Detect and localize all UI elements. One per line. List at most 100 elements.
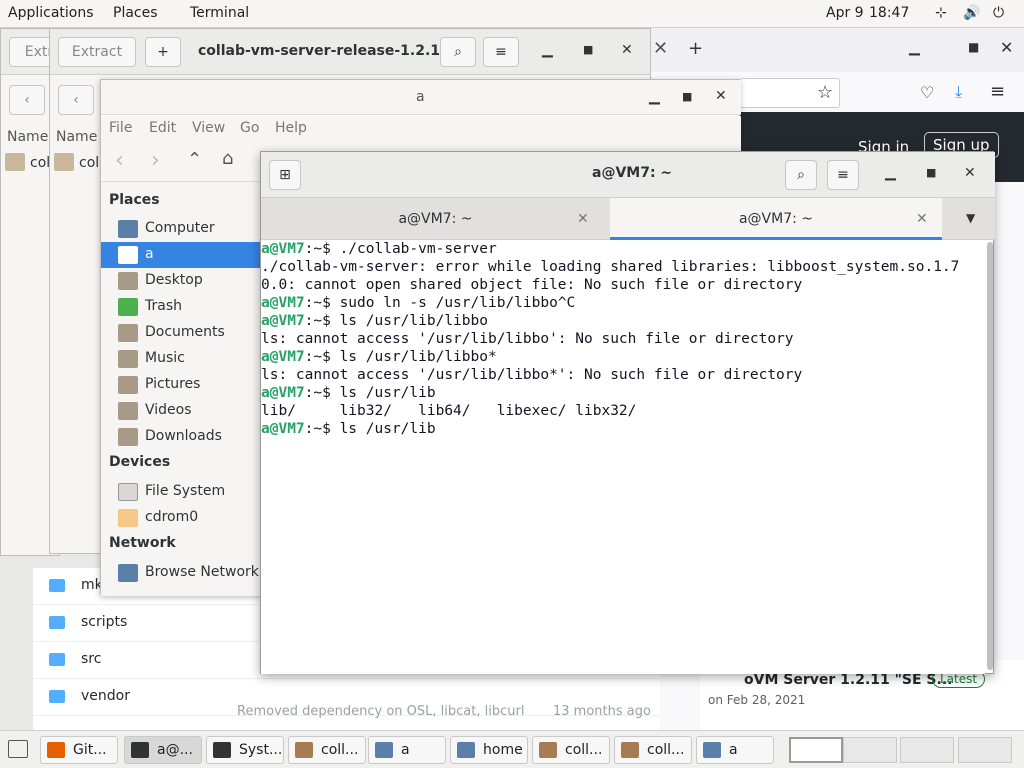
sidebar-item-downloads[interactable]: Downloads [101, 424, 261, 450]
terminal-line: ls: cannot access '/usr/lib/libbo': No s… [261, 331, 794, 347]
back-button[interactable]: ‹ [58, 85, 94, 115]
menu-view[interactable]: View [192, 120, 225, 136]
maximize-icon[interactable]: ■ [968, 40, 979, 54]
taskbar-item[interactable]: a [696, 736, 774, 764]
pocket-icon[interactable]: ♡ [920, 83, 934, 102]
header-bar: Extract + collab-vm-server-release-1.2.1… [50, 29, 650, 75]
tab-dropdown-icon[interactable]: ▼ [966, 211, 975, 225]
search-icon[interactable]: ⌕ [785, 160, 817, 190]
sidebar-item-filesystem[interactable]: File System [101, 479, 261, 505]
minimize-icon[interactable]: ▁ [542, 42, 553, 58]
terminal-line: a@VM7:~$ ls /usr/lib/libbo [261, 313, 488, 329]
file-manager-icon [457, 742, 475, 758]
close-tab-icon[interactable]: ✕ [916, 198, 928, 240]
scrollbar[interactable] [987, 242, 993, 670]
minimize-icon[interactable]: ▁ [885, 165, 896, 181]
release-date: on Feb 28, 2021 [708, 693, 806, 707]
minimize-icon[interactable]: ▁ [909, 40, 920, 56]
folder-icon [49, 616, 65, 629]
drive-icon [118, 483, 138, 501]
taskbar-item[interactable]: coll... [532, 736, 610, 764]
extract-button[interactable]: Extract [58, 37, 136, 67]
sidebar-item-computer[interactable]: Computer [101, 216, 261, 242]
menu-go[interactable]: Go [240, 120, 259, 136]
tab-2-active[interactable]: a@VM7: ~ ✕ [610, 198, 942, 240]
maximize-icon[interactable]: ■ [926, 166, 936, 179]
prompt-user: a@VM7 [261, 349, 305, 365]
maximize-icon[interactable]: ■ [583, 43, 593, 56]
download-icon[interactable]: ⤓ [955, 82, 962, 102]
tab-1[interactable]: a@VM7: ~ ✕ [261, 198, 610, 240]
workspace-3[interactable] [900, 737, 954, 763]
sidebar: Places Computer a Desktop Trash Document… [101, 182, 261, 596]
name-column-header[interactable]: Name [7, 129, 48, 145]
hamburger-menu-icon[interactable]: ≡ [990, 81, 1005, 102]
name-column-header[interactable]: Name [56, 129, 97, 145]
window-title: a [416, 89, 425, 105]
clock-time[interactable]: 18:47 [869, 5, 909, 21]
sidebar-item-desktop[interactable]: Desktop [101, 268, 261, 294]
sidebar-item-trash[interactable]: Trash [101, 294, 261, 320]
taskbar-item[interactable]: home [450, 736, 528, 764]
add-button[interactable]: + [145, 37, 181, 67]
sidebar-item-pictures[interactable]: Pictures [101, 372, 261, 398]
file-manager-icon [703, 742, 721, 758]
new-tab-icon[interactable]: ⊞ [269, 160, 301, 190]
archive-file-item[interactable]: col [30, 155, 50, 171]
taskbar-item[interactable]: coll... [288, 736, 366, 764]
clock-date[interactable]: Apr 9 [826, 5, 864, 21]
taskbar-item[interactable]: coll... [614, 736, 692, 764]
power-icon[interactable]: ⏻ [993, 5, 1004, 21]
sidebar-item-documents[interactable]: Documents [101, 320, 261, 346]
places-heading: Places [109, 192, 160, 208]
applications-menu[interactable]: Applications [8, 5, 94, 21]
network-icon[interactable]: ⊹ [935, 5, 947, 21]
menu-file[interactable]: File [109, 120, 132, 136]
menu-icon[interactable]: ≡ [483, 37, 519, 67]
sidebar-item-music[interactable]: Music [101, 346, 261, 372]
taskbar-item[interactable]: Syst... [206, 736, 284, 764]
cdrom-icon [118, 509, 138, 527]
places-menu[interactable]: Places [113, 5, 158, 21]
minimize-icon[interactable]: ▁ [649, 89, 660, 105]
close-icon[interactable]: ✕ [1000, 38, 1013, 57]
menu-help[interactable]: Help [275, 120, 307, 136]
taskbar-item[interactable]: a@... [124, 736, 202, 764]
prompt-user: a@VM7 [261, 385, 305, 401]
sidebar-item-cdrom[interactable]: cdrom0 [101, 505, 261, 531]
back-button[interactable]: ‹ [9, 85, 45, 115]
sidebar-item-videos[interactable]: Videos [101, 398, 261, 424]
volume-icon[interactable]: 🔊 [963, 5, 980, 21]
close-icon[interactable]: ✕ [964, 165, 976, 181]
window-title: a@VM7: ~ [592, 165, 673, 181]
menu-edit[interactable]: Edit [149, 120, 176, 136]
terminal-output[interactable]: a@VM7:~$ ./collab-vm-server ./collab-vm-s… [261, 240, 985, 674]
maximize-icon[interactable]: ■ [682, 90, 692, 103]
new-tab-button[interactable]: + [688, 38, 703, 59]
search-icon[interactable]: ⌕ [440, 37, 476, 67]
close-icon[interactable]: ✕ [621, 42, 633, 58]
home-icon[interactable]: ⌂ [222, 148, 233, 169]
release-title[interactable]: oVM Server 1.2.11 "SE S... [744, 672, 952, 688]
taskbar-item[interactable]: a [368, 736, 446, 764]
bookmark-star-icon[interactable]: ☆ [817, 82, 833, 103]
sidebar-item-browse-network[interactable]: Browse Network [101, 560, 261, 586]
terminal-window: ⊞ a@VM7: ~ ⌕ ≡ ▁ ■ ✕ a@VM7: ~ ✕ a@VM7: ~… [260, 151, 995, 674]
close-tab-icon[interactable]: ✕ [653, 38, 668, 59]
show-desktop-icon[interactable] [8, 740, 28, 758]
workspace-1[interactable] [789, 737, 843, 763]
close-icon[interactable]: ✕ [715, 88, 727, 104]
close-tab-icon[interactable]: ✕ [577, 198, 589, 240]
back-arrow-icon[interactable]: ‹ [115, 148, 124, 173]
terminal-menu[interactable]: Terminal [190, 5, 249, 21]
taskbar-item[interactable]: Git... [40, 736, 118, 764]
folder-icon [49, 579, 65, 592]
workspace-4[interactable] [958, 737, 1012, 763]
workspace-2[interactable] [843, 737, 897, 763]
sidebar-item-home[interactable]: a [101, 242, 261, 268]
terminal-icon [131, 742, 149, 758]
forward-arrow-icon[interactable]: › [151, 148, 160, 173]
up-arrow-icon[interactable]: ⌃ [187, 149, 202, 170]
prompt-user: a@VM7 [261, 295, 305, 311]
menu-icon[interactable]: ≡ [827, 160, 859, 190]
